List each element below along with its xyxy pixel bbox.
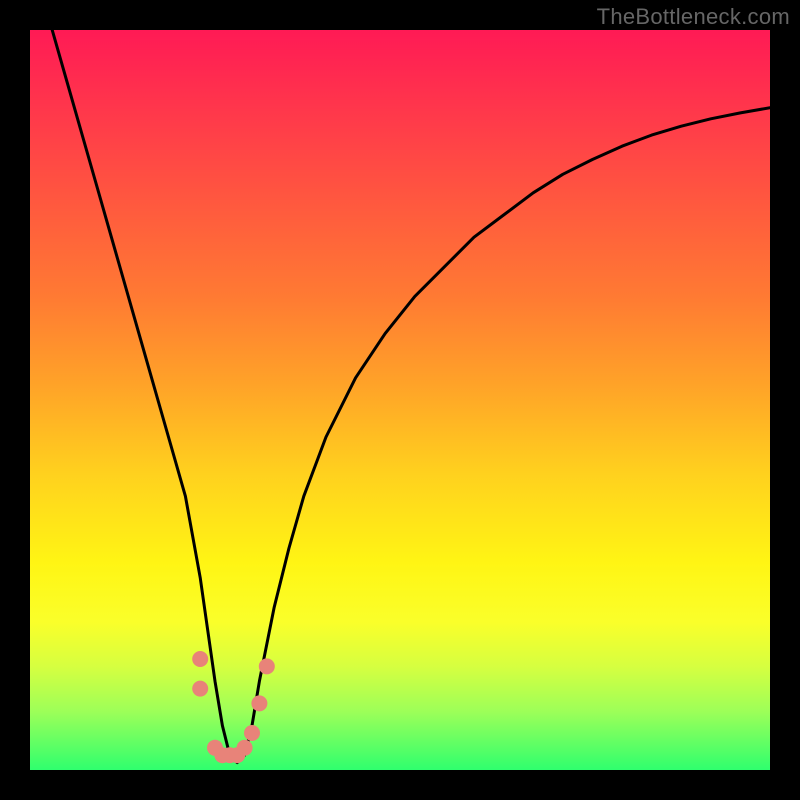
chart-svg xyxy=(30,30,770,770)
chart-frame: TheBottleneck.com xyxy=(0,0,800,800)
trough-marker-dot xyxy=(192,681,208,697)
trough-marker-dot xyxy=(192,651,208,667)
trough-marker-dot xyxy=(251,695,267,711)
trough-marker-dot xyxy=(259,658,275,674)
trough-marker-dot xyxy=(244,725,260,741)
trough-marker-dot xyxy=(237,740,253,756)
bottleneck-curve-path xyxy=(52,30,770,763)
watermark-text: TheBottleneck.com xyxy=(597,4,790,30)
plot-area xyxy=(30,30,770,770)
